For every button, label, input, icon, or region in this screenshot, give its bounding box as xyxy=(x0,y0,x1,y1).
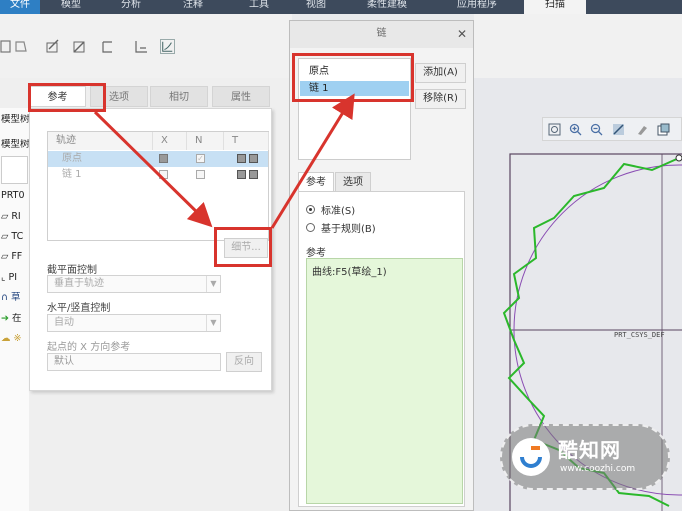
coozhi-logo-icon xyxy=(512,438,550,476)
watermark-text: 酷知网 xyxy=(558,438,621,462)
watermark-logo: 酷知网 www.coozhi.com xyxy=(500,424,670,490)
watermark-url: www.coozhi.com xyxy=(560,464,636,474)
arrow-to-chain xyxy=(270,93,355,229)
arrow-to-details xyxy=(93,110,213,228)
